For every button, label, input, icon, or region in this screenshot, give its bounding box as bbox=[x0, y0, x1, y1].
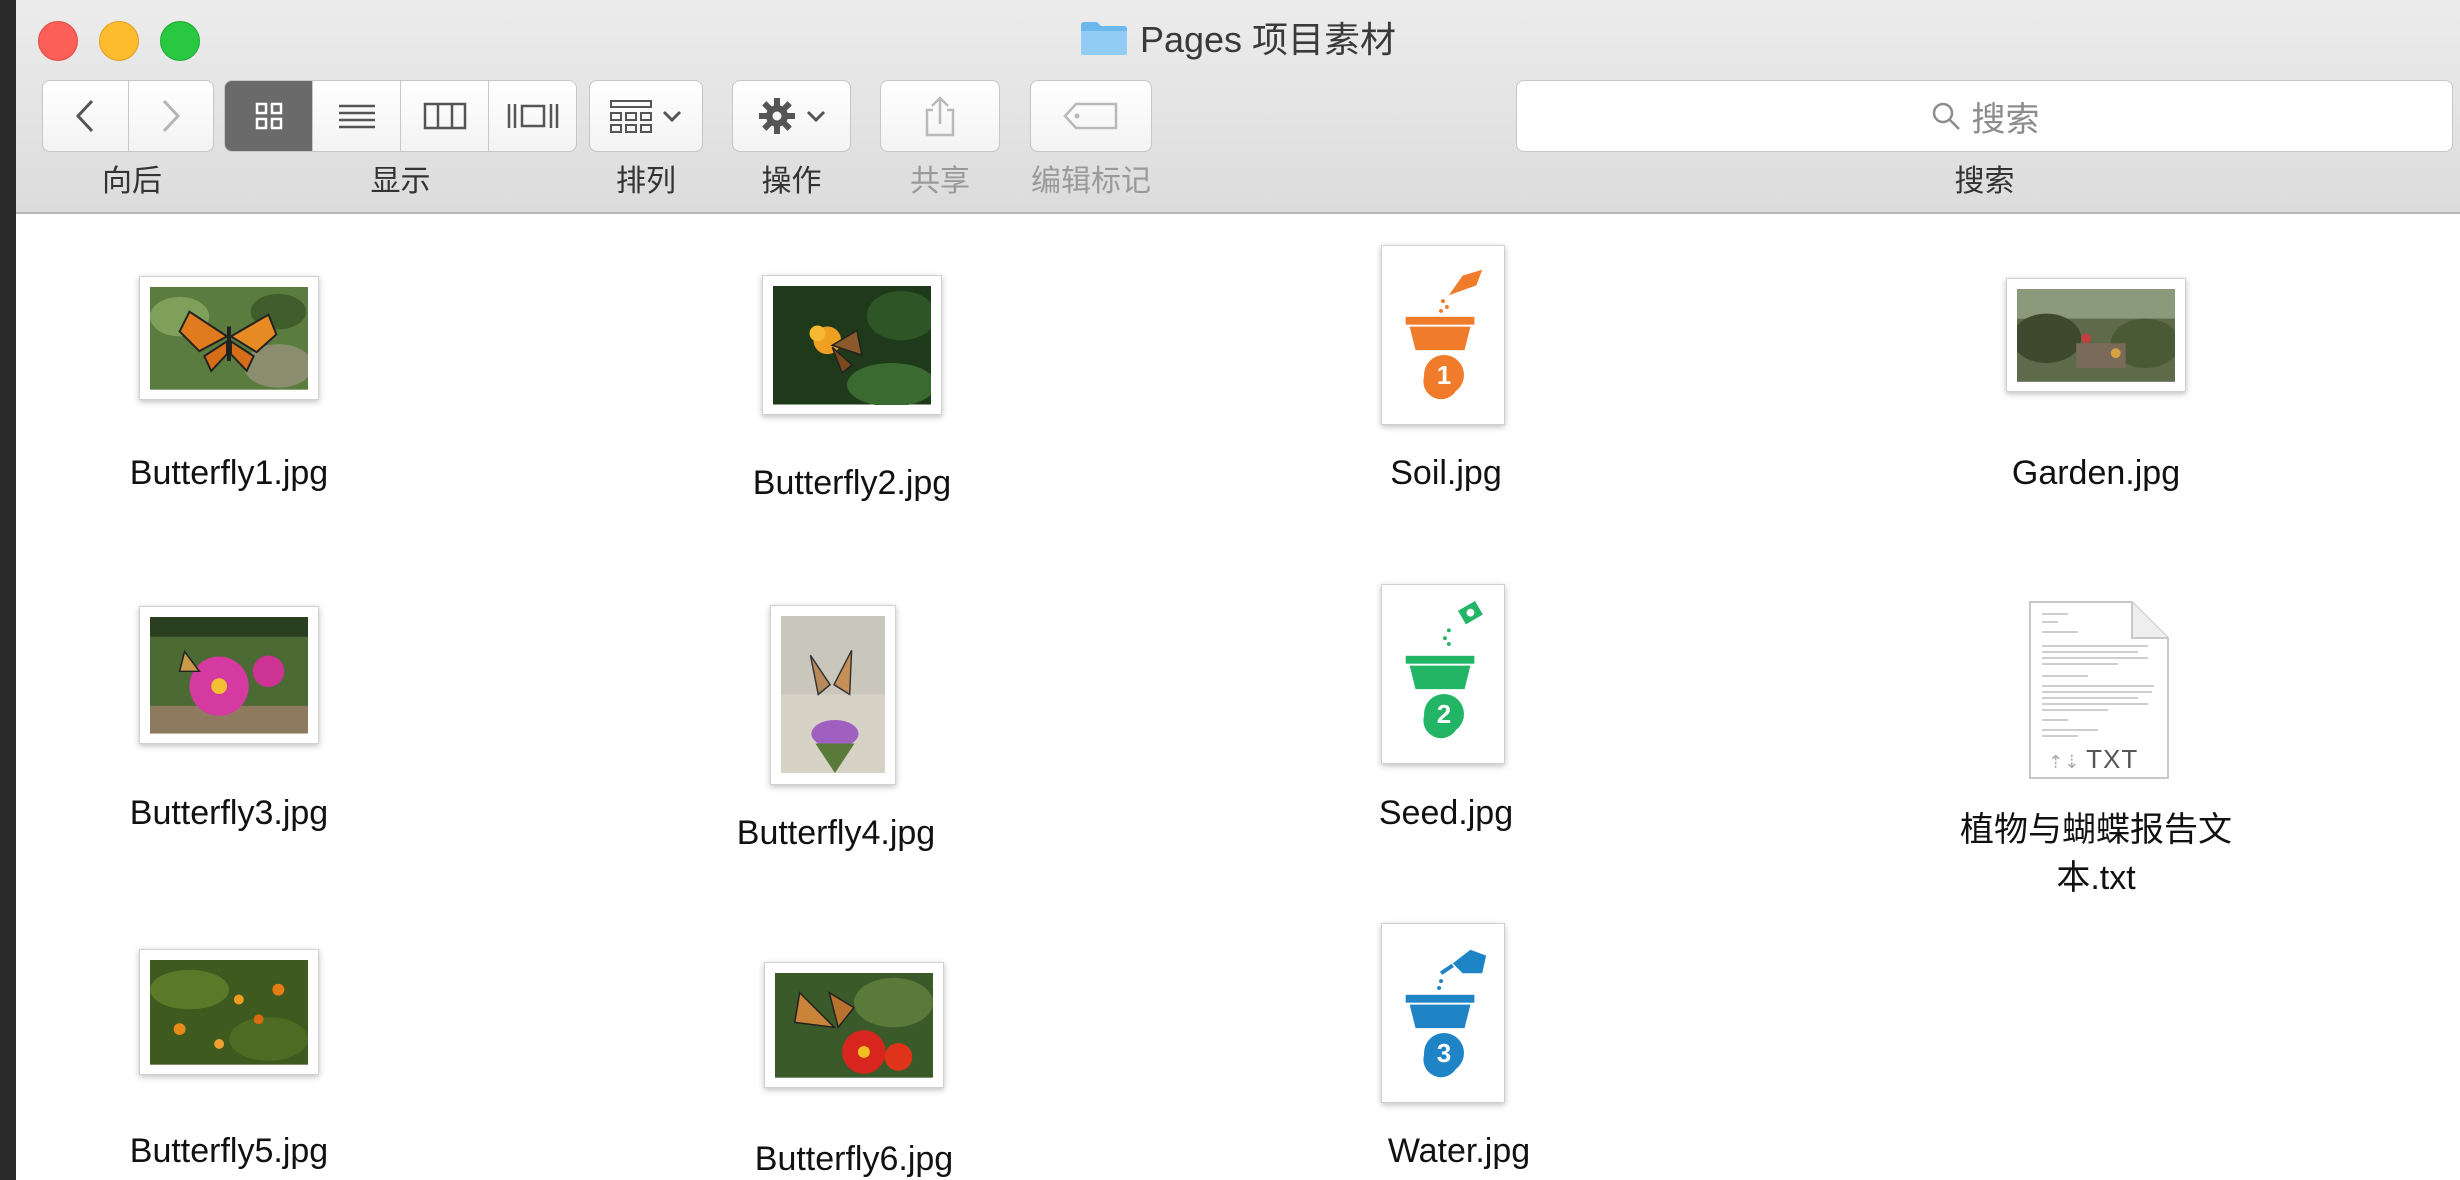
view-label: 显示 bbox=[370, 165, 431, 198]
action-label: 操作 bbox=[761, 165, 822, 198]
back-forward-control bbox=[42, 80, 214, 152]
chevron-down-icon bbox=[806, 110, 825, 123]
file-name: Butterfly4.jpg bbox=[736, 814, 936, 852]
file-icon-grid: Butterfly1.jpg Butterfly2.jpg 1 Soil.jpg… bbox=[16, 214, 2460, 1180]
icon-view-icon bbox=[255, 102, 282, 130]
column-view-button[interactable] bbox=[401, 81, 489, 151]
column-view-icon bbox=[423, 102, 466, 130]
file-name: Seed.jpg bbox=[1378, 794, 1514, 832]
search-label: 搜索 bbox=[1954, 165, 2015, 198]
search-field[interactable]: 搜索 bbox=[1516, 80, 2453, 152]
finder-window: Pages 项目素材 向后 显示 排列 操作 共享 编辑标记 搜索 搜索 But… bbox=[16, 0, 2460, 1180]
list-view-button[interactable] bbox=[313, 81, 401, 151]
share-label: 共享 bbox=[910, 165, 970, 198]
back-button[interactable] bbox=[43, 81, 129, 151]
chevron-right-icon bbox=[162, 99, 180, 133]
window-title: Pages 项目素材 bbox=[16, 16, 2460, 64]
step-number-badge: 2 bbox=[1424, 694, 1464, 734]
butterfly6-thumbnail bbox=[764, 962, 944, 1088]
butterfly3-thumbnail bbox=[139, 606, 319, 744]
share-button[interactable] bbox=[880, 80, 1000, 152]
edit-tags-button[interactable] bbox=[1030, 80, 1152, 152]
tags-label: 编辑标记 bbox=[1031, 165, 1151, 198]
file-name: Butterfly1.jpg bbox=[129, 454, 329, 492]
file-name: Water.jpg bbox=[1387, 1132, 1531, 1170]
file-name: Garden.jpg bbox=[2011, 454, 2181, 492]
icon-view-button[interactable] bbox=[225, 81, 313, 151]
cover-flow-icon bbox=[507, 104, 558, 128]
butterfly5-thumbnail bbox=[139, 949, 319, 1075]
file-name: Butterfly2.jpg bbox=[752, 464, 952, 502]
action-button[interactable] bbox=[732, 80, 851, 152]
arrange-grid-icon bbox=[610, 100, 652, 133]
step-number-badge: 1 bbox=[1424, 355, 1464, 395]
share-icon bbox=[925, 96, 955, 137]
forward-button[interactable] bbox=[129, 81, 214, 151]
butterfly1-thumbnail bbox=[139, 276, 319, 400]
chevron-left-icon bbox=[76, 99, 94, 133]
chevron-down-icon bbox=[662, 110, 682, 123]
garden-thumbnail bbox=[2006, 278, 2186, 392]
file-name: Soil.jpg bbox=[1390, 454, 1502, 492]
step-number-badge: 3 bbox=[1424, 1033, 1464, 1073]
tag-icon bbox=[1063, 102, 1118, 130]
gear-icon bbox=[758, 98, 795, 134]
folder-icon bbox=[1080, 22, 1127, 55]
window-title-text: Pages 项目素材 bbox=[1139, 19, 1397, 60]
soil-thumbnail: 1 bbox=[1381, 245, 1505, 425]
list-view-icon bbox=[338, 104, 375, 129]
file-type-badge: ⇡⇣ TXT bbox=[2048, 744, 2139, 774]
back-label: 向后 bbox=[102, 165, 162, 198]
txt-document-icon: ⇡⇣ TXT bbox=[2028, 600, 2170, 780]
arrange-button[interactable] bbox=[589, 80, 703, 152]
search-icon bbox=[1932, 102, 1960, 130]
butterfly4-thumbnail bbox=[770, 605, 896, 785]
file-name: 植物与蝴蝶报告文本.txt bbox=[1960, 811, 2232, 897]
arrange-label: 排列 bbox=[616, 165, 676, 198]
title-toolbar-area: Pages 项目素材 向后 显示 排列 操作 共享 编辑标记 搜索 搜索 bbox=[16, 0, 2460, 214]
view-mode-control bbox=[224, 80, 577, 152]
file-name: Butterfly3.jpg bbox=[129, 794, 329, 832]
butterfly2-thumbnail bbox=[762, 275, 942, 415]
search-placeholder: 搜索 bbox=[1971, 100, 2040, 139]
file-name: Butterfly5.jpg bbox=[129, 1132, 329, 1170]
seed-thumbnail: 2 bbox=[1381, 584, 1505, 764]
water-thumbnail: 3 bbox=[1381, 923, 1505, 1103]
gallery-view-button[interactable] bbox=[489, 81, 576, 151]
file-name: Butterfly6.jpg bbox=[754, 1140, 954, 1178]
